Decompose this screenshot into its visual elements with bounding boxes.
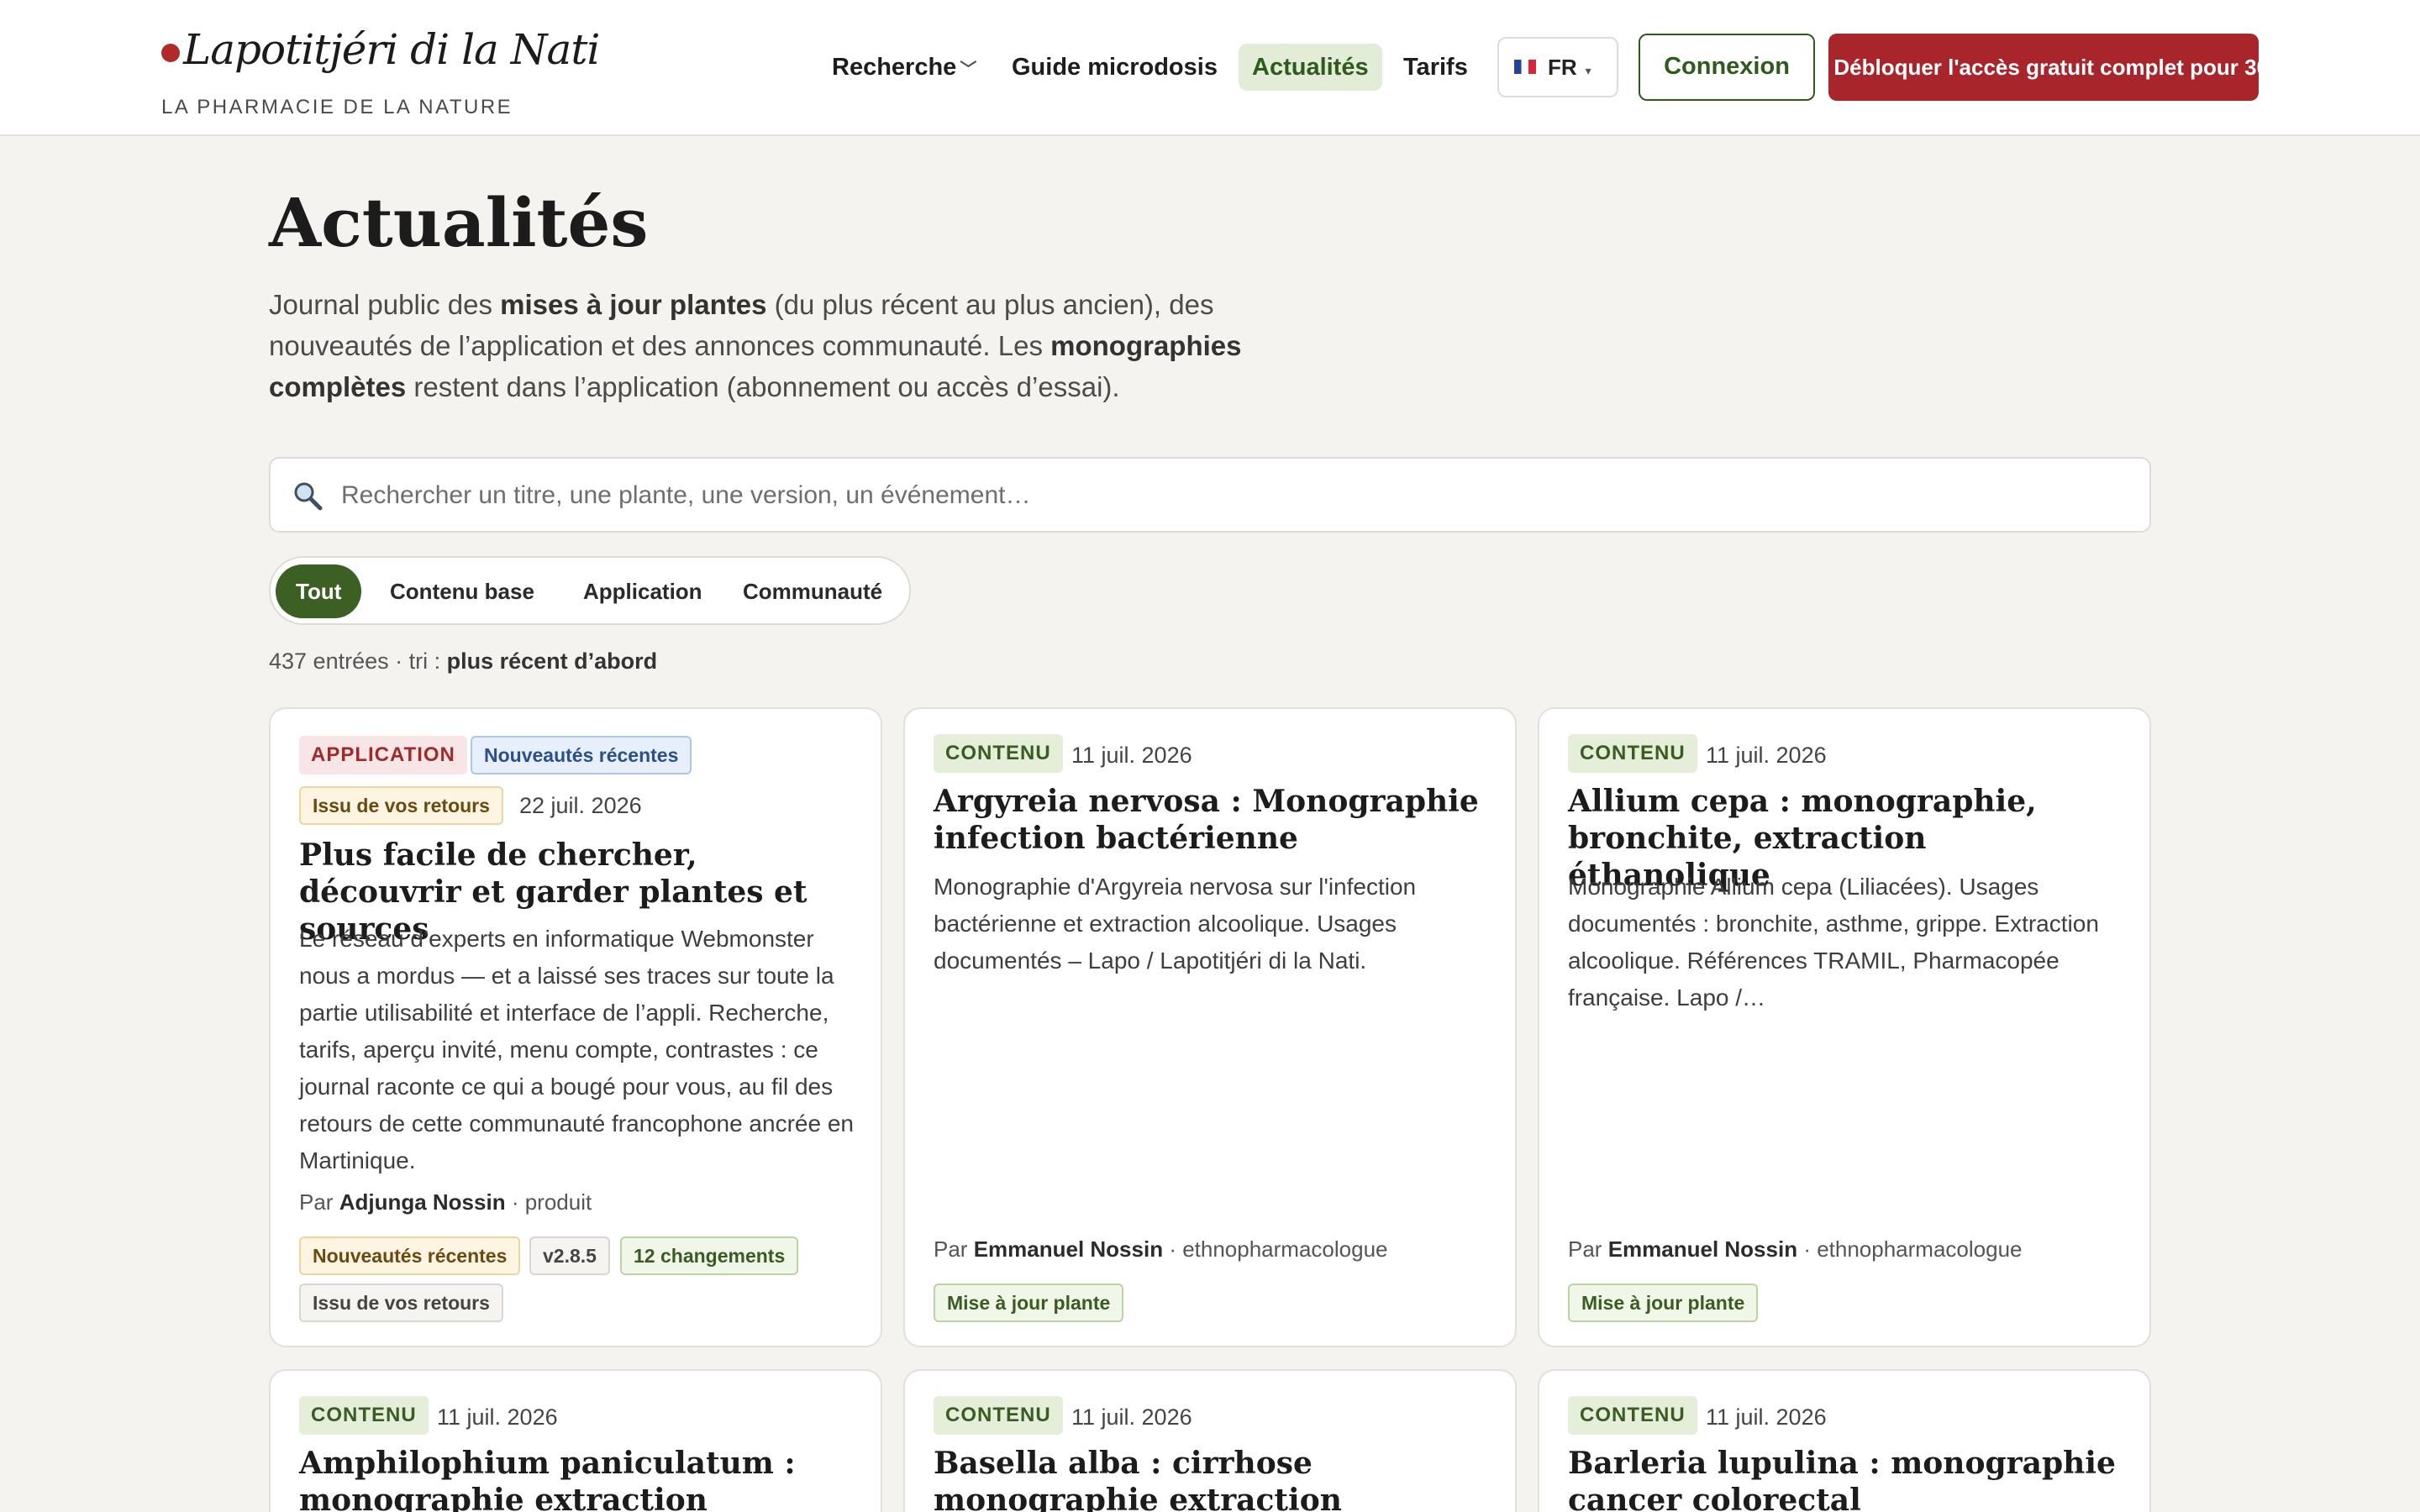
card-author: Par Adjunga Nossin · produit bbox=[299, 1189, 592, 1215]
france-flag-icon bbox=[1514, 59, 1536, 74]
filter-tout[interactable]: Tout bbox=[276, 564, 362, 618]
byline-prefix: Par bbox=[1568, 1236, 1608, 1262]
author-name: Adjunga Nossin bbox=[339, 1189, 506, 1215]
logo-text: Lapotitjéri di la Nati bbox=[183, 25, 600, 74]
card-title[interactable]: Barleria lupulina : monographie cancer c… bbox=[1568, 1445, 2123, 1512]
nav-recherche-label: Recherche bbox=[832, 54, 957, 81]
sort-order: plus récent d’abord bbox=[446, 648, 658, 674]
author-role: · produit bbox=[505, 1189, 592, 1215]
news-card[interactable]: CONTENU 11 juil. 2026 Barleria lupulina … bbox=[1538, 1369, 2151, 1512]
caret-down-icon: ▾ bbox=[1585, 64, 1591, 77]
card-tag[interactable]: 12 changements bbox=[620, 1236, 799, 1275]
nav-actualites[interactable]: Actualités bbox=[1239, 44, 1382, 91]
language-code: FR bbox=[1548, 55, 1577, 80]
nav-guide-microdosis[interactable]: Guide microdosis bbox=[1012, 44, 1218, 91]
recent-badge: Nouveautés récentes bbox=[471, 736, 692, 774]
card-tag[interactable]: Mise à jour plante bbox=[1568, 1284, 1759, 1322]
card-title[interactable]: Amphilophium paniculatum : monographie e… bbox=[299, 1445, 854, 1512]
category-badge: APPLICATION bbox=[299, 736, 467, 774]
site-tagline: LA PHARMACIE DE LA NATURE bbox=[161, 96, 513, 118]
filter-contenu-base[interactable]: Contenu base bbox=[370, 564, 555, 618]
page-intro: Journal public des mises à jour plantes … bbox=[269, 284, 1260, 407]
card-date: 11 juil. 2026 bbox=[1706, 743, 1827, 768]
category-badge: CONTENU bbox=[934, 1396, 1063, 1435]
news-card[interactable]: CONTENU 11 juil. 2026 Amphilophium panic… bbox=[269, 1369, 882, 1512]
site-logo[interactable]: Lapotitjéri di la Nati bbox=[161, 25, 600, 74]
filter-communaute[interactable]: Communauté bbox=[723, 564, 902, 618]
card-date: 11 juil. 2026 bbox=[1071, 1404, 1192, 1430]
top-bar: Lapotitjéri di la Nati LA PHARMACIE DE L… bbox=[0, 0, 2420, 136]
search-box[interactable] bbox=[269, 457, 2151, 533]
card-tag[interactable]: v2.8.5 bbox=[529, 1236, 610, 1275]
intro-text: restent dans l’application (abonnement o… bbox=[406, 371, 1120, 402]
logo-leaf-icon bbox=[161, 44, 180, 62]
category-badge: CONTENU bbox=[299, 1396, 429, 1435]
intro-bold: mises à jour plantes bbox=[500, 289, 767, 320]
author-role: · ethnopharmacologue bbox=[1163, 1236, 1388, 1262]
author-name: Emmanuel Nossin bbox=[1607, 1236, 1798, 1262]
author-role: · ethnopharmacologue bbox=[1797, 1236, 2023, 1262]
language-selector[interactable]: FR ▾ bbox=[1497, 37, 1618, 97]
card-tag[interactable]: Nouveautés récentes bbox=[299, 1236, 521, 1275]
feedback-badge: Issu de vos retours bbox=[299, 786, 503, 825]
card-title[interactable]: Basella alba : cirrhose monographie extr… bbox=[934, 1445, 1488, 1512]
filter-application[interactable]: Application bbox=[563, 564, 723, 618]
card-tag[interactable]: Issu de vos retours bbox=[299, 1284, 503, 1322]
card-excerpt: Monographie d'Argyreia nervosa sur l'inf… bbox=[934, 874, 1417, 974]
page-title: Actualités bbox=[269, 183, 649, 262]
entries-count-text: 437 entrées · tri : bbox=[269, 648, 447, 674]
news-card[interactable]: CONTENU 11 juil. 2026 Basella alba : cir… bbox=[903, 1369, 1517, 1512]
news-card[interactable]: APPLICATION Nouveautés récentes Issu de … bbox=[269, 707, 882, 1347]
intro-text: Journal public des bbox=[269, 289, 501, 320]
author-name: Emmanuel Nossin bbox=[973, 1236, 1164, 1262]
nav-recherche[interactable]: Recherche ﹀ bbox=[832, 44, 976, 91]
category-badge: CONTENU bbox=[1568, 734, 1697, 773]
login-button[interactable]: Connexion bbox=[1639, 34, 1815, 101]
news-card[interactable]: CONTENU 11 juil. 2026 Allium cepa : mono… bbox=[1538, 707, 2151, 1347]
card-author: Par Emmanuel Nossin · ethnopharmacologue bbox=[934, 1236, 1388, 1263]
entries-count: 437 entrées · tri : plus récent d’abord bbox=[269, 648, 657, 675]
category-badge: CONTENU bbox=[934, 734, 1063, 773]
chevron-down-icon: ﹀ bbox=[960, 60, 977, 79]
byline-prefix: Par bbox=[299, 1189, 339, 1215]
card-excerpt: Monographie Allium cepa (Liliacées). Usa… bbox=[1568, 874, 2099, 1011]
card-title[interactable]: Argyreia nervosa : Monographie infection… bbox=[934, 783, 1488, 857]
news-card[interactable]: CONTENU 11 juil. 2026 Argyreia nervosa :… bbox=[903, 707, 1517, 1347]
free-access-label: Débloquer l'accès gratuit complet pour 3… bbox=[1833, 55, 2259, 80]
nav-tarifs[interactable]: Tarifs bbox=[1403, 44, 1468, 91]
card-date: 11 juil. 2026 bbox=[1706, 1404, 1827, 1430]
filter-tabs: Tout Contenu base Application Communauté bbox=[269, 556, 911, 625]
card-date: 11 juil. 2026 bbox=[1071, 743, 1192, 768]
category-badge: CONTENU bbox=[1568, 1396, 1697, 1435]
card-date: 11 juil. 2026 bbox=[437, 1404, 558, 1430]
card-author: Par Emmanuel Nossin · ethnopharmacologue bbox=[1568, 1236, 2023, 1263]
search-input[interactable] bbox=[341, 469, 2123, 522]
free-access-button[interactable]: Débloquer l'accès gratuit complet pour 3… bbox=[1828, 34, 2259, 101]
card-tag[interactable]: Mise à jour plante bbox=[934, 1284, 1124, 1322]
card-excerpt: Le réseau d’experts en informatique Webm… bbox=[299, 926, 854, 1173]
magnifier-icon bbox=[294, 482, 323, 511]
card-date: 22 juil. 2026 bbox=[519, 793, 642, 818]
byline-prefix: Par bbox=[934, 1236, 974, 1262]
